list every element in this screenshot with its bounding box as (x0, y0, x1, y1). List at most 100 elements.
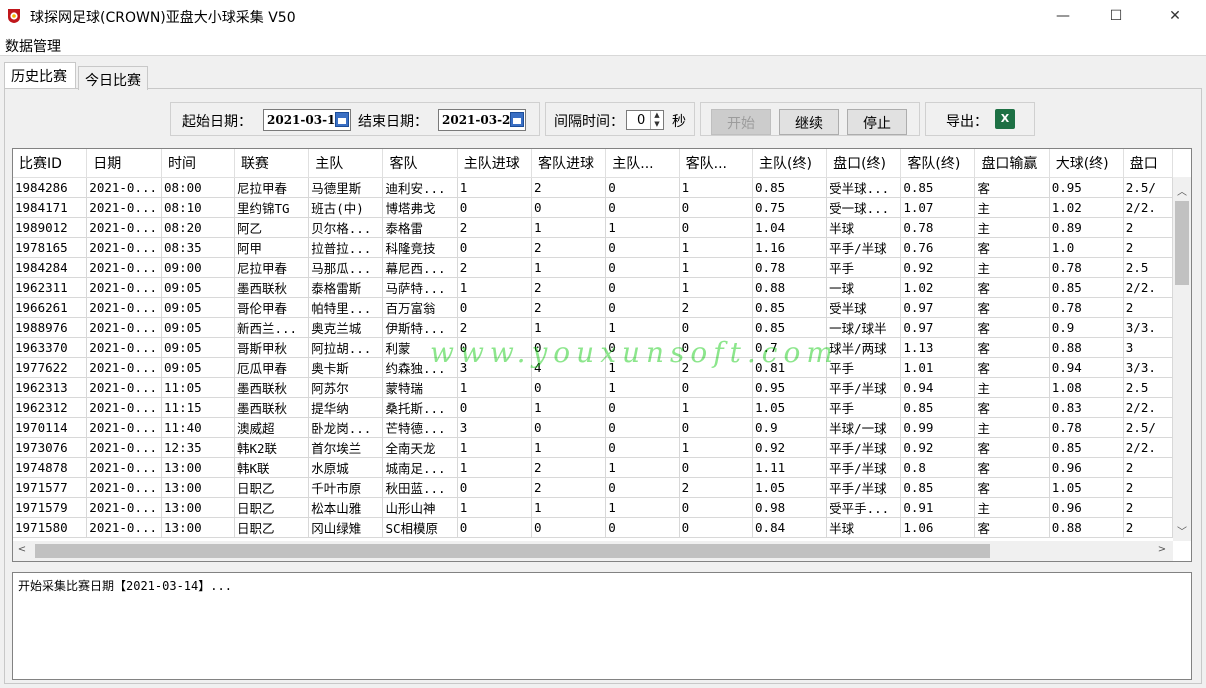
table-cell: 1.04 (752, 217, 828, 238)
table-cell: 1971577 (13, 477, 88, 498)
table-cell: 2021-0... (86, 477, 163, 498)
maximize-button[interactable]: ☐ (1093, 0, 1139, 32)
table-row[interactable]: 1984171 2021-0... 08:10 里约锦TG 班古(中) 博塔弗戈 0 0 0 0 0… (13, 197, 1173, 218)
table-cell: 0 (457, 237, 533, 258)
table-cell: 2021-0... (86, 517, 163, 538)
table-row[interactable]: 1974878 2021-0... 13:00 韩K联 水原城 城南足... 1 2 1 0 1.1… (13, 457, 1173, 478)
spinner-arrows-icon[interactable]: ▲ ▼ (650, 111, 663, 129)
excel-icon[interactable]: X (995, 109, 1015, 129)
column-header[interactable]: 主队 (308, 149, 384, 178)
table-cell: 2 (1123, 497, 1173, 518)
export-label: 导出： (946, 114, 988, 130)
table-cell: 受一球... (826, 197, 902, 218)
table-row[interactable]: 1971580 2021-0... 13:00 日职乙 冈山绿雉 SC相模原 0 0 0 0 0.8… (13, 517, 1173, 538)
table-row[interactable]: 1962311 2021-0... 09:05 墨西联秋 泰格雷斯 马萨特... 1 2 0 1 0… (13, 277, 1173, 298)
table-cell: 1 (679, 257, 754, 278)
column-header[interactable]: 主队(终) (752, 149, 828, 178)
table-cell: 2021-0... (86, 197, 163, 218)
menu-data-management[interactable]: 数据管理 (5, 36, 61, 56)
column-header[interactable]: 盘口(终) (826, 149, 902, 178)
table-cell: 1 (457, 457, 533, 478)
table-cell: 泰格雷 (382, 217, 458, 238)
table-row[interactable]: 1963370 2021-0... 09:05 哥斯甲秋 阿拉胡... 利蒙 0 0 0 0 0.7… (13, 337, 1173, 358)
column-header[interactable]: 主队进球 (457, 149, 533, 178)
tab-today[interactable]: 今日比赛 (78, 66, 148, 90)
table-cell: 0.78 (1049, 297, 1124, 318)
table-cell: 1 (605, 357, 680, 378)
table-cell: 提华纳 (308, 397, 384, 418)
table-cell: 2 (531, 297, 607, 318)
table-cell: 3 (457, 357, 533, 378)
end-date-picker[interactable]: 2021-03-21 (438, 109, 526, 131)
table-cell: 13:00 (161, 497, 235, 518)
table-row[interactable]: 1977622 2021-0... 09:05 厄瓜甲春 奥卡斯 约森独... 3 4 1 2 0.… (13, 357, 1173, 378)
table-cell: 奥卡斯 (308, 357, 384, 378)
horizontal-scroll-thumb[interactable] (35, 544, 990, 558)
column-header[interactable]: 客队进球 (531, 149, 607, 178)
minimize-button[interactable]: — (1040, 0, 1086, 32)
column-header[interactable]: 客队(终) (900, 149, 976, 178)
scroll-down-icon[interactable]: ﹀ (1173, 523, 1191, 538)
table-cell: 2 (1123, 477, 1173, 498)
scroll-up-icon[interactable]: ︿ (1173, 183, 1191, 198)
column-header[interactable]: 比赛ID (13, 149, 88, 178)
table-cell: 0 (457, 337, 533, 358)
table-cell: 1 (531, 497, 607, 518)
grid-header-row: 比赛ID 日期 时间 联赛 主队 客队 主队进球 客队进球 主队... 客队... 主队(终) 盘口(… (13, 149, 1173, 178)
table-cell: 1.13 (900, 337, 976, 358)
match-data-grid[interactable]: 比赛ID 日期 时间 联赛 主队 客队 主队进球 客队进球 主队... 客队... 主队(终) 盘口(… (12, 148, 1192, 562)
table-row[interactable]: 1970114 2021-0... 11:40 澳威超 卧龙岗... 芒特德... 3 0 0 0… (13, 417, 1173, 438)
column-header[interactable]: 联赛 (234, 149, 310, 178)
table-row[interactable]: 1971577 2021-0... 13:00 日职乙 千叶市原 秋田蓝... 0 2 0 2 1.… (13, 477, 1173, 498)
tab-history[interactable]: 历史比赛 (4, 62, 76, 88)
table-row[interactable]: 1966261 2021-0... 09:05 哥伦甲春 帕特里... 百万富翁 0 2 0 2 0… (13, 297, 1173, 318)
stop-button[interactable]: 停止 (847, 109, 907, 135)
table-cell: 1962313 (13, 377, 88, 398)
table-cell: 0 (679, 337, 754, 358)
table-cell: 1 (457, 277, 533, 298)
scroll-right-icon[interactable]: > (1153, 544, 1171, 555)
table-cell: 1.05 (752, 397, 828, 418)
column-header[interactable]: 客队... (679, 149, 754, 178)
vertical-scroll-thumb[interactable] (1175, 201, 1189, 285)
interval-label: 间隔时间： (554, 114, 624, 130)
column-header[interactable]: 日期 (86, 149, 163, 178)
interval-spinner[interactable]: 0 ▲ ▼ (626, 110, 664, 130)
table-row[interactable]: 1962313 2021-0... 11:05 墨西联秋 阿苏尔 蒙特瑞 1 0 1 0 0.95 平… (13, 377, 1173, 398)
horizontal-scrollbar[interactable]: < > (13, 541, 1173, 561)
table-row[interactable]: 1984284 2021-0... 09:00 尼拉甲春 马那瓜... 幕尼西... 2 1 0… (13, 257, 1173, 278)
table-row[interactable]: 1962312 2021-0... 11:15 墨西联秋 提华纳 桑托斯... 0 1 0 1 1.… (13, 397, 1173, 418)
table-cell: 12:35 (161, 437, 235, 458)
column-header[interactable]: 客队 (382, 149, 458, 178)
table-row[interactable]: 1973076 2021-0... 12:35 韩K2联 首尔埃兰 全南天龙 1 1 0 1 0.9… (13, 437, 1173, 458)
table-row[interactable]: 1988976 2021-0... 09:05 新西兰... 奥克兰城 伊斯特... 2 1 1… (13, 317, 1173, 338)
calendar-icon[interactable] (335, 112, 349, 127)
table-cell: 2021-0... (86, 357, 163, 378)
title-bar: 球探网足球(CROWN)亚盘大小球采集 V50 — ☐ ✕ (0, 0, 1206, 32)
column-header[interactable]: 盘口输赢 (974, 149, 1050, 178)
close-button[interactable]: ✕ (1152, 0, 1198, 32)
continue-button[interactable]: 继续 (779, 109, 839, 135)
column-header[interactable]: 时间 (161, 149, 235, 178)
start-date-picker[interactable]: 2021-03-14 (263, 109, 351, 131)
table-row[interactable]: 1984286 2021-0... 08:00 尼拉甲春 马德里斯 迪利安... 1 2 0 1 0… (13, 177, 1173, 198)
table-cell: 0.88 (1049, 517, 1124, 538)
table-row[interactable]: 1989012 2021-0... 08:20 阿乙 贝尔格... 泰格雷 2 1 1 0 1.04… (13, 217, 1173, 238)
log-output[interactable]: 开始采集比赛日期【2021-03-14】... (12, 572, 1192, 680)
table-cell: 2 (531, 457, 607, 478)
vertical-scrollbar[interactable]: ︿ ﹀ (1173, 177, 1191, 541)
start-button[interactable]: 开始 (711, 109, 771, 135)
table-cell: 客 (974, 277, 1050, 298)
column-header[interactable]: 主队... (605, 149, 680, 178)
table-row[interactable]: 1971579 2021-0... 13:00 日职乙 松本山雅 山形山神 1 1 1 0 0.98… (13, 497, 1173, 518)
table-cell: 0 (457, 397, 533, 418)
calendar-icon[interactable] (510, 112, 524, 127)
table-cell: 0.9 (752, 417, 828, 438)
table-cell: 1 (531, 317, 607, 338)
column-header[interactable]: 盘口 (1123, 149, 1173, 178)
table-cell: 日职乙 (234, 517, 310, 538)
column-header[interactable]: 大球(终) (1049, 149, 1124, 178)
scroll-left-icon[interactable]: < (13, 544, 31, 555)
table-cell: 1.0 (1049, 237, 1124, 258)
table-row[interactable]: 1978165 2021-0... 08:35 阿甲 拉普拉... 科隆竞技 0 2 0 1 1.1… (13, 237, 1173, 258)
